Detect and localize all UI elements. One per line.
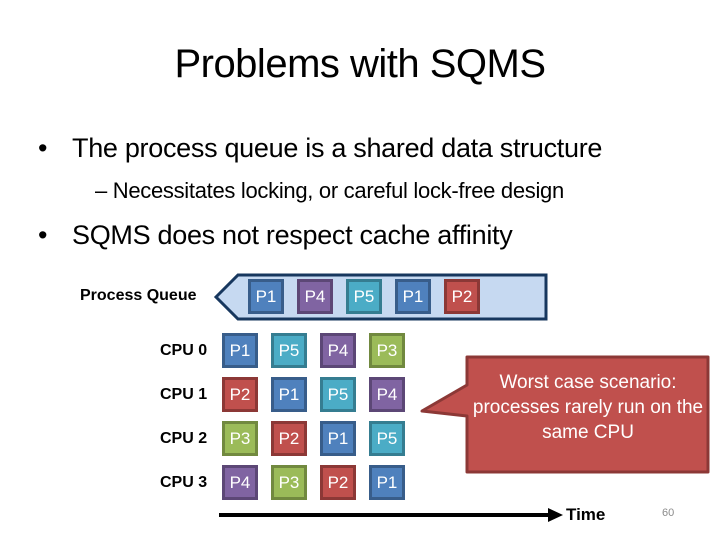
cpu-process-box: P3 — [271, 465, 307, 500]
queue-process-box: P4 — [297, 279, 333, 314]
time-axis-label: Time — [566, 505, 606, 524]
queue-process-box: P1 — [248, 279, 284, 314]
cpu-process-box: P5 — [271, 333, 307, 368]
cpu-label: CPU 0 — [160, 342, 208, 359]
cpu-process-box: P1 — [369, 465, 405, 500]
cpu-process-box: P4 — [369, 377, 405, 412]
cpu-process-box: P4 — [320, 333, 356, 368]
cpu-process-box: P2 — [320, 465, 356, 500]
cpu-process-box: P5 — [320, 377, 356, 412]
cpu-process-box: P2 — [271, 421, 307, 456]
queue-process-box: P1 — [395, 279, 431, 314]
queue-process-box: P2 — [444, 279, 480, 314]
cpu-process-box: P4 — [222, 465, 258, 500]
cpu-process-box: P5 — [369, 421, 405, 456]
cpu-process-box: P3 — [369, 333, 405, 368]
diagram-shapes — [213, 273, 710, 522]
time-axis-arrowhead — [548, 508, 563, 522]
cpu-label: CPU 2 — [160, 430, 208, 447]
page-number: 60 — [662, 507, 675, 519]
cpu-process-box: P1 — [222, 333, 258, 368]
cpu-process-box: P1 — [320, 421, 356, 456]
cpu-process-box: P1 — [271, 377, 307, 412]
queue-process-box: P5 — [346, 279, 382, 314]
callout-text: Worst case scenario: processes rarely ru… — [472, 372, 704, 443]
cpu-label: CPU 3 — [160, 474, 208, 491]
cpu-label: CPU 1 — [160, 386, 208, 403]
cpu-process-box: P2 — [222, 377, 258, 412]
cpu-process-box: P3 — [222, 421, 258, 456]
